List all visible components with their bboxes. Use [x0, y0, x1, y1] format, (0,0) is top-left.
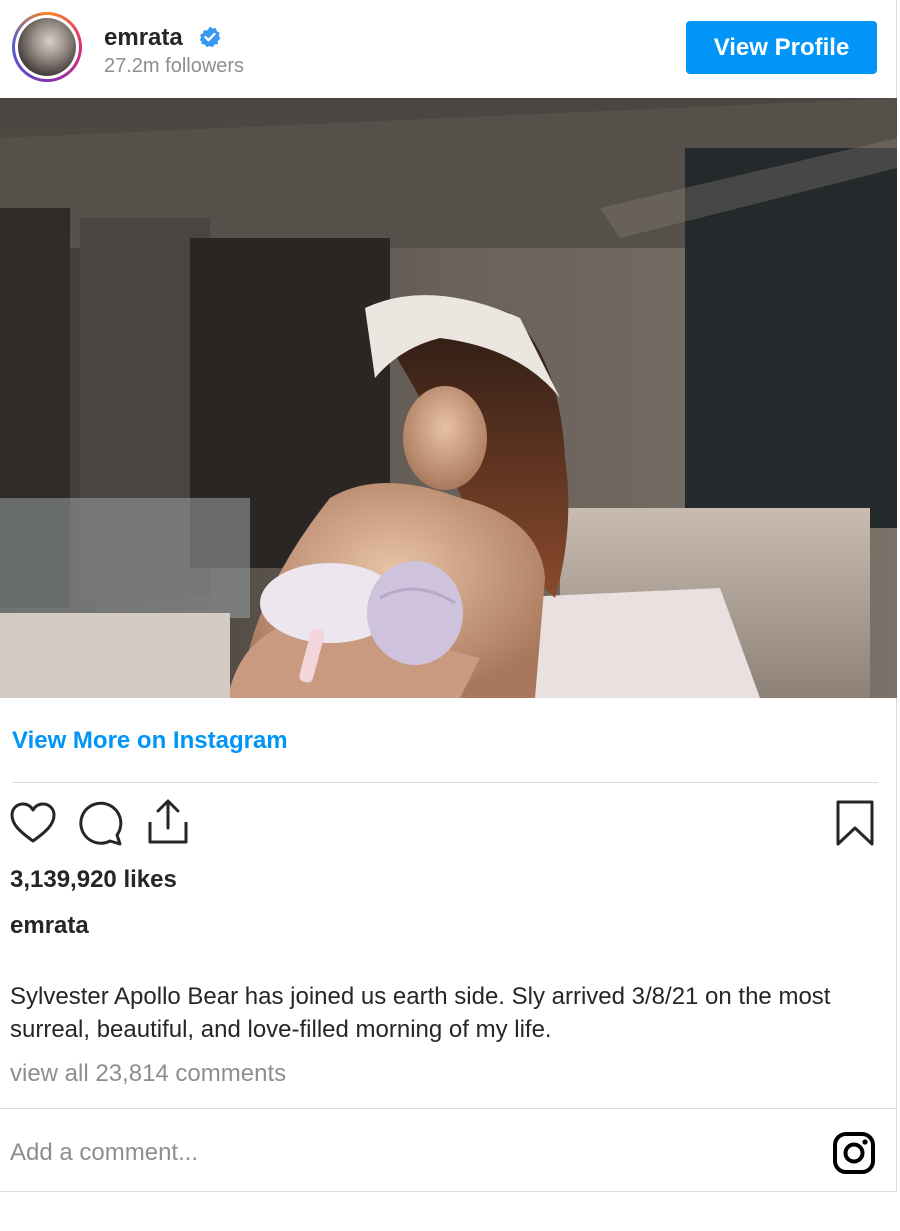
share-button[interactable] [146, 798, 190, 846]
divider [12, 782, 878, 783]
post-photo[interactable] [0, 98, 897, 698]
bookmark-icon [836, 800, 874, 846]
caption-text: Sylvester Apollo Bear has joined us eart… [10, 983, 831, 1043]
instagram-logo-icon [833, 1132, 875, 1174]
instagram-embed-card: emrata 27.2m followers View Profile View… [0, 0, 897, 1192]
post-photo-image [0, 98, 897, 698]
view-more-on-instagram-link[interactable]: View More on Instagram [12, 727, 288, 755]
caption-username[interactable]: emrata [10, 912, 89, 940]
like-count: 3,139,920 likes [10, 866, 177, 893]
view-all-comments-link[interactable]: view all 23,814 comments [10, 1060, 286, 1088]
comment-bubble-icon [79, 801, 123, 846]
save-button[interactable] [835, 800, 875, 846]
verified-badge-icon [199, 26, 221, 48]
divider [0, 1108, 897, 1109]
instagram-logo-button[interactable] [832, 1131, 876, 1175]
follower-count: 27.2m followers [104, 55, 245, 77]
comment-button[interactable] [77, 801, 125, 847]
avatar[interactable] [12, 12, 82, 82]
username[interactable]: emrata [104, 24, 183, 52]
like-button[interactable] [9, 801, 57, 845]
avatar-image [18, 18, 76, 76]
view-profile-button[interactable]: View Profile [686, 21, 877, 74]
add-comment-input[interactable]: Add a comment... [10, 1139, 198, 1167]
share-icon [148, 799, 188, 844]
post-header: emrata 27.2m followers View Profile [0, 0, 897, 98]
heart-icon [10, 802, 56, 843]
